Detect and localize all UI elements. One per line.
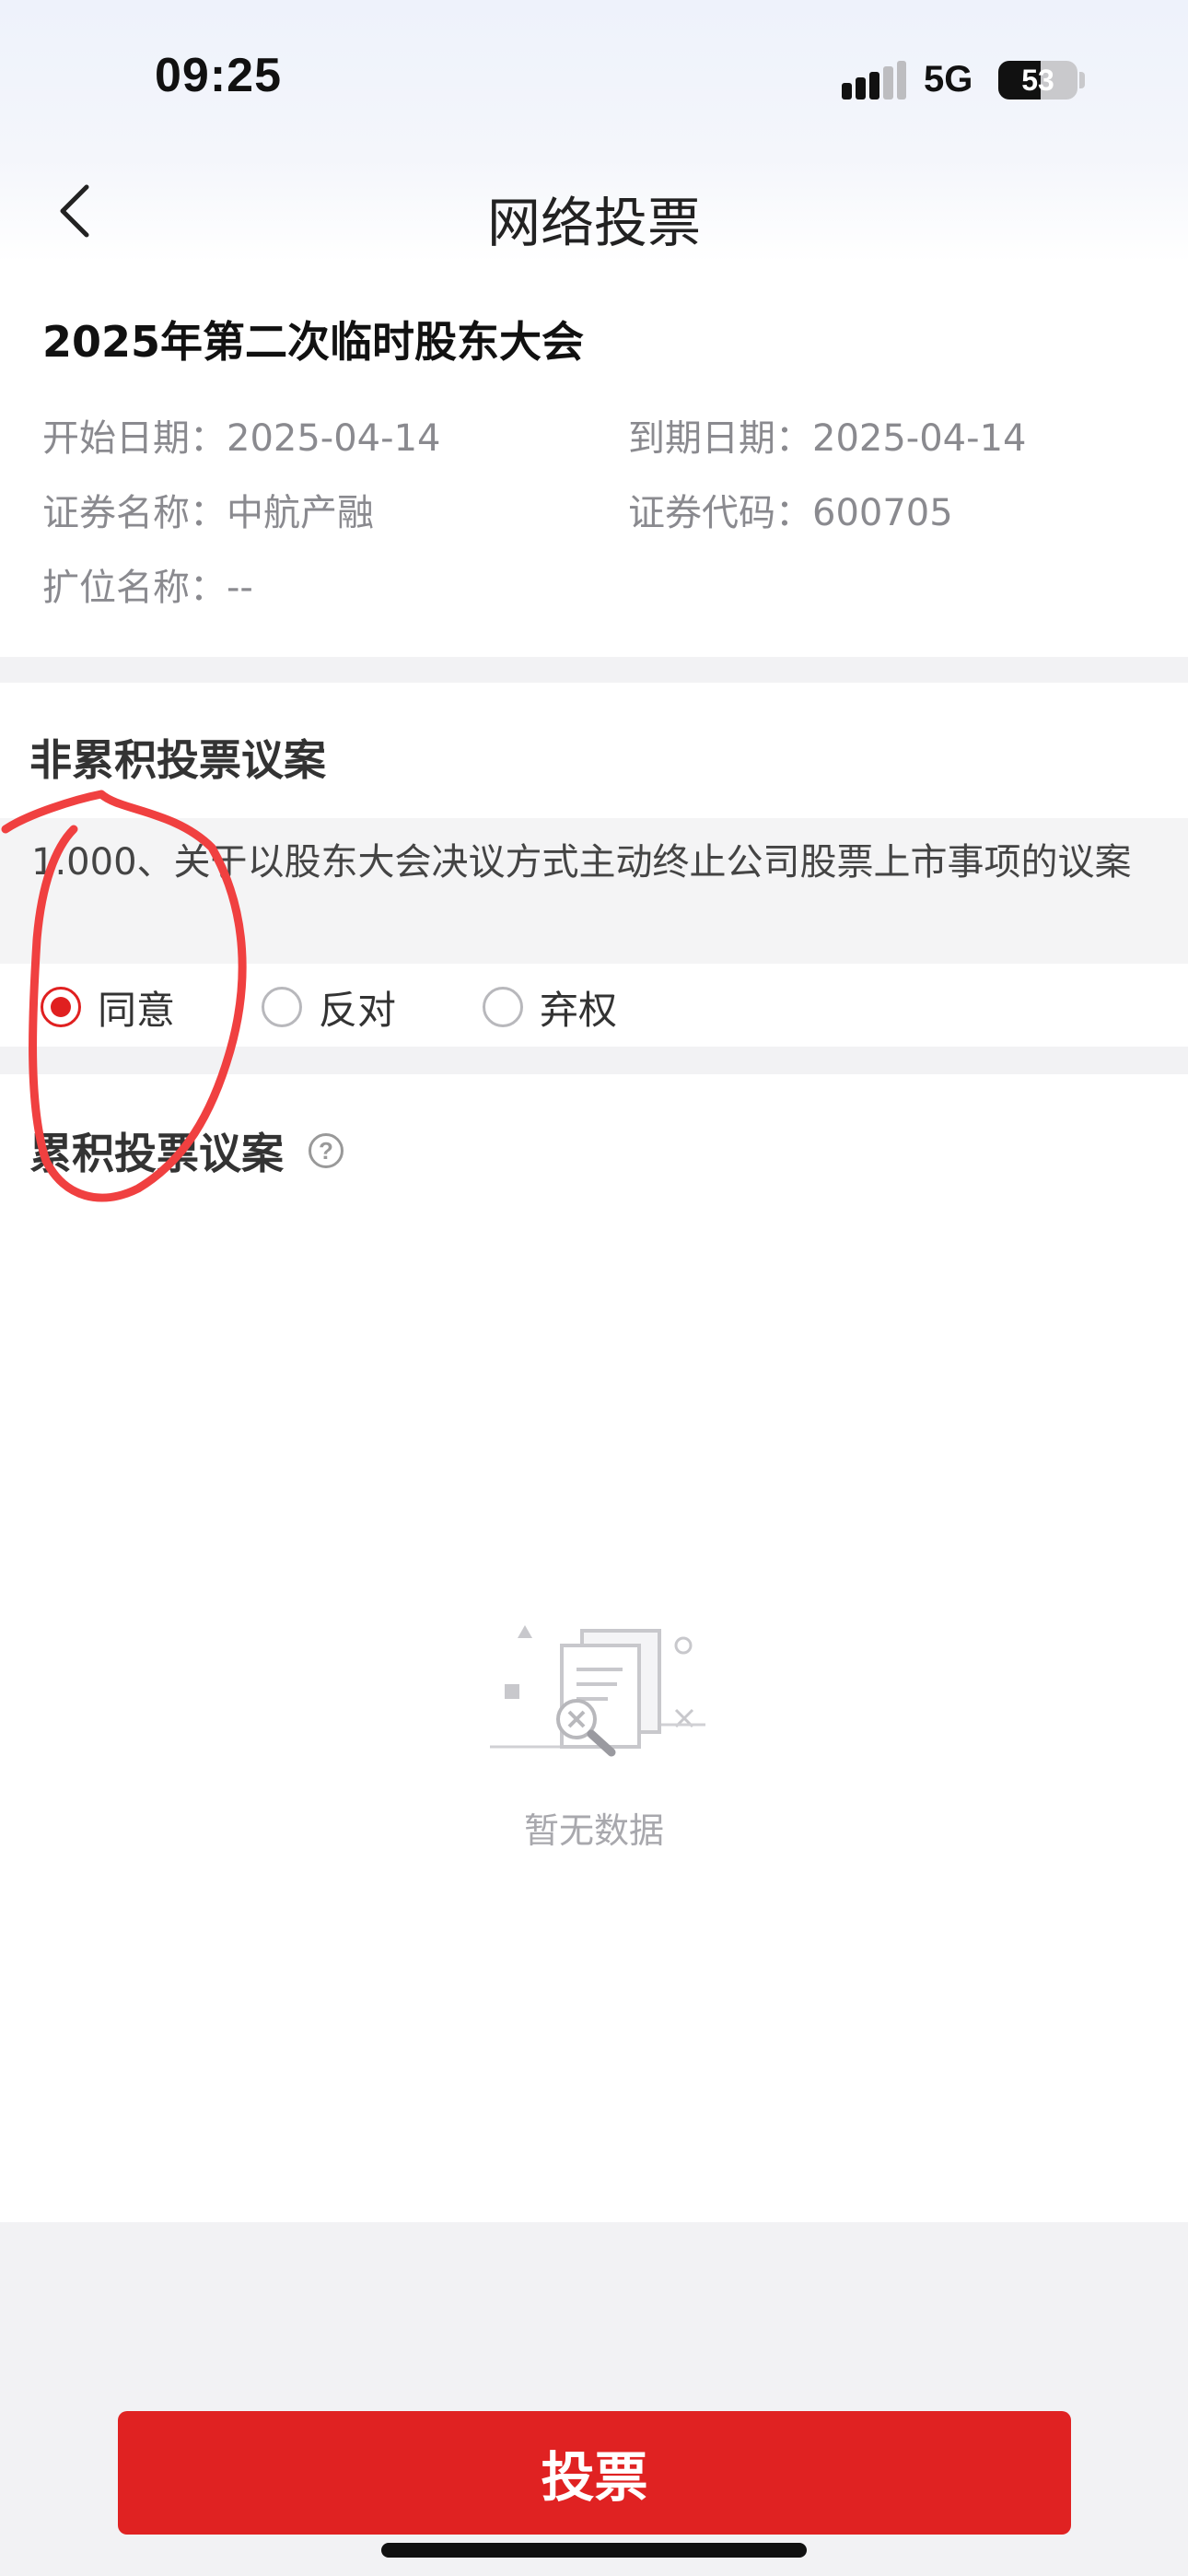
proposal-text: 1.000、关于以股东大会决议方式主动终止公司股票上市事项的议案 xyxy=(31,841,1132,884)
page-title: 网络投票 xyxy=(486,192,701,254)
ext-name-row: 扩位名称：-- xyxy=(42,557,253,611)
meeting-info-card: 2025年第二次临时股东大会 开始日期：2025-04-14 到期日期：2025… xyxy=(0,263,1188,657)
meeting-title: 2025年第二次临时股东大会 xyxy=(42,317,585,367)
nav-bar: 网络投票 xyxy=(0,161,1188,263)
start-date-value: 2025-04-14 xyxy=(227,417,441,460)
question-circle-icon[interactable]: ? xyxy=(309,1133,344,1168)
security-code-value: 600705 xyxy=(812,492,953,534)
non-cumulative-section: 非累积投票议案 1.000、关于以股东大会决议方式主动终止公司股票上市事项的议案… xyxy=(0,683,1188,1047)
vote-options: 同意 反对 弃权 xyxy=(0,964,1188,1047)
battery-level: 53 xyxy=(1021,64,1054,97)
option-oppose[interactable]: 反对 xyxy=(262,982,396,1033)
ext-name-value: -- xyxy=(227,567,253,609)
radio-oppose[interactable] xyxy=(262,987,302,1027)
battery-icon: 53 xyxy=(998,61,1077,100)
end-date-value: 2025-04-14 xyxy=(812,417,1027,460)
signal-icon xyxy=(842,61,906,100)
security-name-value: 中航产融 xyxy=(227,492,374,534)
option-agree-label: 同意 xyxy=(98,987,176,1033)
status-time: 09:25 xyxy=(155,49,282,102)
network-type: 5G xyxy=(924,59,973,100)
home-indicator xyxy=(381,2543,807,2558)
option-agree[interactable]: 同意 xyxy=(41,982,175,1033)
security-code-label: 证券代码： xyxy=(628,492,812,534)
option-abstain-label: 弃权 xyxy=(540,987,618,1033)
security-name-row: 证券名称：中航产融 xyxy=(42,483,374,536)
radio-agree[interactable] xyxy=(41,987,81,1027)
start-date-label: 开始日期： xyxy=(42,417,227,460)
radio-abstain[interactable] xyxy=(483,987,523,1027)
option-oppose-label: 反对 xyxy=(319,987,397,1033)
option-abstain[interactable]: 弃权 xyxy=(483,982,617,1033)
security-name-label: 证券名称： xyxy=(42,492,227,534)
status-bar: 09:25 5G 53 xyxy=(0,0,1188,161)
empty-data-icon xyxy=(488,1618,709,1793)
end-date-label: 到期日期： xyxy=(628,417,812,460)
ext-name-label: 扩位名称： xyxy=(42,567,227,609)
proposal-item: 1.000、关于以股东大会决议方式主动终止公司股票上市事项的议案 xyxy=(0,818,1188,964)
start-date-row: 开始日期：2025-04-14 xyxy=(42,408,440,462)
end-date-row: 到期日期：2025-04-14 xyxy=(628,408,1026,462)
non-cumulative-title: 非累积投票议案 xyxy=(29,735,326,785)
cumulative-section: 累积投票议案 ? 暂无数据 xyxy=(0,1074,1188,2222)
security-code-row: 证券代码：600705 xyxy=(628,483,953,536)
battery-tip xyxy=(1079,72,1085,88)
vote-button[interactable]: 投票 xyxy=(118,2411,1071,2535)
cumulative-title: 累积投票议案 xyxy=(29,1129,284,1178)
empty-text: 暂无数据 xyxy=(523,1810,664,1851)
